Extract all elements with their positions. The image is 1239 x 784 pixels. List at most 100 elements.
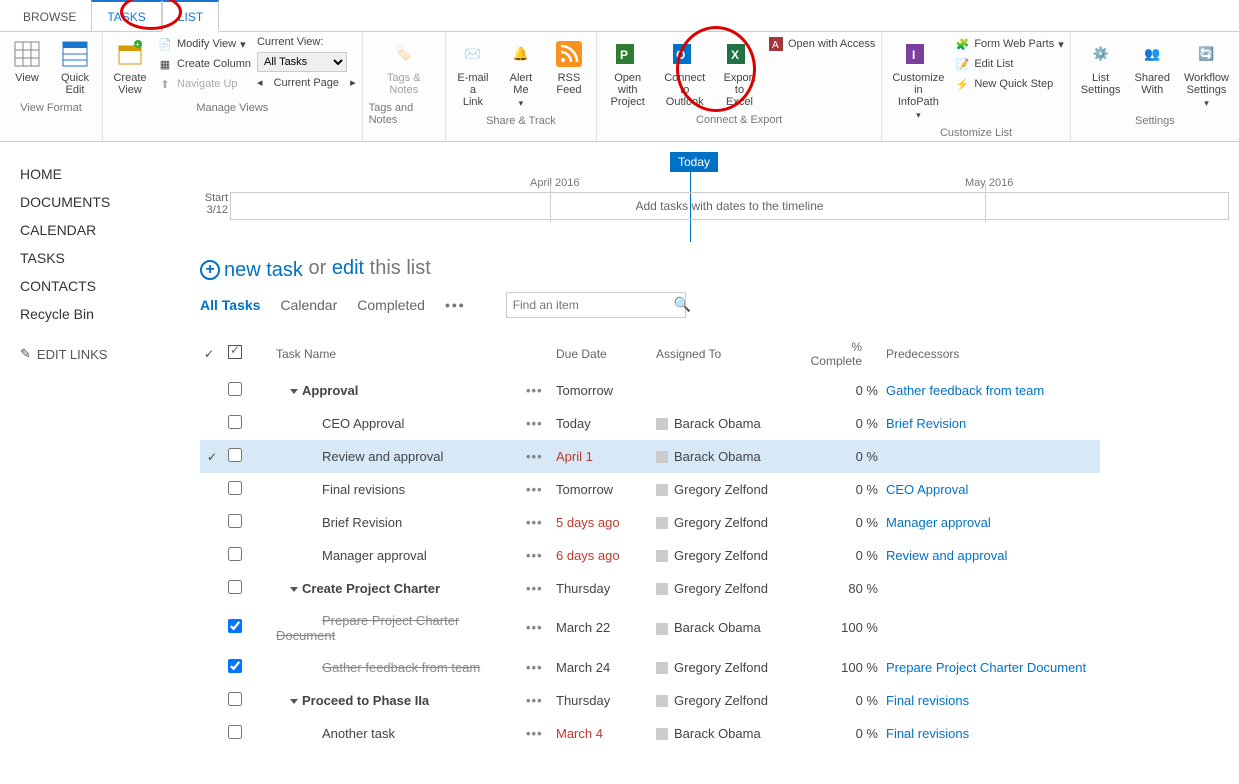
open-with-project-button[interactable]: POpen with Project — [603, 36, 653, 110]
assigned-to[interactable]: Barack Obama — [652, 605, 802, 651]
table-row[interactable]: Another task•••March 4Barack Obama0 %Fin… — [200, 717, 1100, 750]
task-name[interactable]: Another task — [322, 726, 395, 741]
row-menu-button[interactable]: ••• — [522, 473, 552, 506]
nav-tasks[interactable]: TASKS — [20, 244, 180, 272]
row-menu-button[interactable]: ••• — [522, 506, 552, 539]
row-checkbox[interactable] — [228, 448, 242, 462]
task-name[interactable]: CEO Approval — [322, 416, 404, 431]
col-task-name[interactable]: Task Name — [272, 334, 522, 374]
table-row[interactable]: Manager approval•••6 days agoGregory Zel… — [200, 539, 1100, 572]
col-predecessors[interactable]: Predecessors — [882, 334, 1100, 374]
table-row[interactable]: Brief Revision•••5 days agoGregory Zelfo… — [200, 506, 1100, 539]
expand-toggle-icon[interactable] — [290, 699, 298, 704]
shared-with-button[interactable]: 👥Shared With — [1130, 36, 1173, 98]
nav-documents[interactable]: DOCUMENTS — [20, 188, 180, 216]
assigned-to[interactable]: Barack Obama — [652, 440, 802, 473]
view-more-button[interactable]: ••• — [445, 297, 466, 313]
workflow-settings-button[interactable]: 🔄Workflow Settings▾ — [1180, 36, 1233, 111]
header-select-all[interactable] — [228, 345, 242, 359]
tab-browse[interactable]: BROWSE — [8, 0, 91, 31]
assigned-to[interactable]: Barack Obama — [652, 407, 802, 440]
edit-list-button[interactable]: 📝Edit List — [954, 56, 1063, 72]
tab-list[interactable]: LIST — [162, 0, 219, 32]
view-calendar[interactable]: Calendar — [280, 297, 337, 313]
row-checkbox[interactable] — [228, 481, 242, 495]
task-name[interactable]: Brief Revision — [322, 515, 402, 530]
table-row[interactable]: ✓Review and approval•••April 1Barack Oba… — [200, 440, 1100, 473]
row-checkbox[interactable] — [228, 382, 242, 396]
row-checkbox[interactable] — [228, 692, 242, 706]
nav-home[interactable]: HOME — [20, 160, 180, 188]
col-due-date[interactable]: Due Date — [552, 334, 652, 374]
row-menu-button[interactable]: ••• — [522, 572, 552, 605]
table-row[interactable]: Create Project Charter•••ThursdayGregory… — [200, 572, 1100, 605]
row-checkbox[interactable] — [228, 415, 242, 429]
nav-recycle-bin[interactable]: Recycle Bin — [20, 300, 180, 328]
rss-feed-button[interactable]: RSS Feed — [548, 36, 590, 98]
modify-view-button[interactable]: 📄Modify View▾ — [157, 36, 251, 52]
row-menu-button[interactable]: ••• — [522, 407, 552, 440]
col-percent-complete[interactable]: % Complete — [802, 334, 882, 374]
new-quick-step-button[interactable]: ⚡New Quick Step — [954, 76, 1063, 92]
row-checkbox[interactable] — [228, 547, 242, 561]
customize-infopath-button[interactable]: ICustomize in InfoPath▾ — [888, 36, 948, 123]
row-menu-button[interactable]: ••• — [522, 717, 552, 750]
next-page-icon[interactable]: ▸ — [350, 76, 356, 89]
nav-calendar[interactable]: CALENDAR — [20, 216, 180, 244]
connect-outlook-button[interactable]: OConnect to Outlook — [658, 36, 711, 110]
task-name[interactable]: Gather feedback from team — [322, 660, 480, 675]
row-menu-button[interactable]: ••• — [522, 684, 552, 717]
row-menu-button[interactable]: ••• — [522, 539, 552, 572]
nav-contacts[interactable]: CONTACTS — [20, 272, 180, 300]
timeline-bar[interactable]: Add tasks with dates to the timeline — [230, 192, 1229, 220]
assigned-to[interactable]: Gregory Zelfond — [652, 473, 802, 506]
row-menu-button[interactable]: ••• — [522, 605, 552, 651]
col-assigned-to[interactable]: Assigned To — [652, 334, 802, 374]
row-checkbox[interactable] — [228, 580, 242, 594]
predecessor-link[interactable]: Final revisions — [882, 684, 1100, 717]
export-excel-button[interactable]: XExport to Excel — [717, 36, 762, 110]
row-menu-button[interactable]: ••• — [522, 651, 552, 684]
create-view-button[interactable]: + Create View — [109, 36, 151, 98]
edit-links-button[interactable]: ✎EDIT LINKS — [20, 346, 180, 362]
current-view-select[interactable]: All Tasks — [257, 52, 347, 72]
view-completed[interactable]: Completed — [357, 297, 425, 313]
predecessor-link[interactable]: Gather feedback from team — [882, 374, 1100, 407]
row-menu-button[interactable]: ••• — [522, 374, 552, 407]
search-icon[interactable]: 🔍 — [674, 296, 691, 313]
open-with-access-button[interactable]: AOpen with Access — [768, 36, 875, 52]
predecessor-link[interactable]: Manager approval — [882, 506, 1100, 539]
assigned-to[interactable]: Barack Obama — [652, 717, 802, 750]
search-input[interactable] — [507, 298, 674, 312]
list-settings-button[interactable]: ⚙️List Settings — [1077, 36, 1125, 98]
current-page-nav[interactable]: ◂ Current Page ▸ — [257, 76, 356, 89]
predecessor-link[interactable]: Review and approval — [882, 539, 1100, 572]
create-column-button[interactable]: ▦Create Column — [157, 56, 251, 72]
assigned-to[interactable] — [652, 374, 802, 407]
row-checkbox[interactable] — [228, 619, 242, 633]
assigned-to[interactable]: Gregory Zelfond — [652, 684, 802, 717]
form-web-parts-button[interactable]: 🧩Form Web Parts▾ — [954, 36, 1063, 52]
assigned-to[interactable]: Gregory Zelfond — [652, 506, 802, 539]
email-link-button[interactable]: ✉️E-mail a Link — [452, 36, 494, 110]
table-row[interactable]: Approval•••Tomorrow0 %Gather feedback fr… — [200, 374, 1100, 407]
task-name[interactable]: Prepare Project Charter Document — [276, 613, 459, 643]
row-menu-button[interactable]: ••• — [522, 440, 552, 473]
table-row[interactable]: Final revisions•••TomorrowGregory Zelfon… — [200, 473, 1100, 506]
predecessor-link[interactable]: CEO Approval — [882, 473, 1100, 506]
task-name[interactable]: Approval — [302, 383, 358, 398]
row-checkbox[interactable] — [228, 659, 242, 673]
task-name[interactable]: Proceed to Phase IIa — [302, 693, 429, 708]
row-checkbox[interactable] — [228, 514, 242, 528]
task-name[interactable]: Review and approval — [322, 449, 443, 464]
assigned-to[interactable]: Gregory Zelfond — [652, 572, 802, 605]
predecessor-link[interactable]: Brief Revision — [882, 407, 1100, 440]
assigned-to[interactable]: Gregory Zelfond — [652, 651, 802, 684]
prev-page-icon[interactable]: ◂ — [257, 76, 263, 89]
predecessor-link[interactable]: Prepare Project Charter Document — [882, 651, 1100, 684]
tab-tasks[interactable]: TASKS — [91, 0, 161, 32]
task-name[interactable]: Create Project Charter — [302, 581, 440, 596]
expand-toggle-icon[interactable] — [290, 389, 298, 394]
table-row[interactable]: Prepare Project Charter Document•••March… — [200, 605, 1100, 651]
new-task-button[interactable]: +new task — [200, 259, 303, 282]
